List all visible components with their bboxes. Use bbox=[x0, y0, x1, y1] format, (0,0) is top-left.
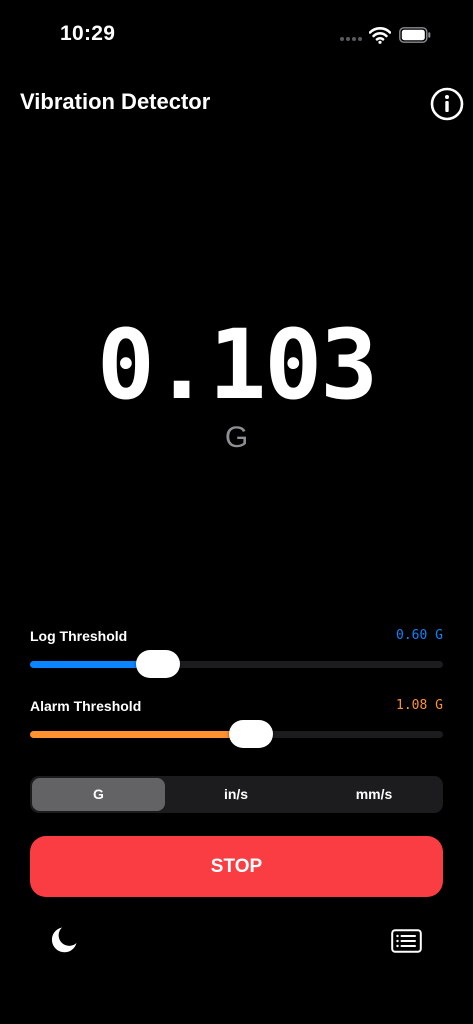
segment-mm-s[interactable]: mm/s bbox=[307, 778, 441, 811]
reading-unit: G bbox=[224, 421, 249, 454]
battery-icon bbox=[399, 27, 431, 43]
page-title: Vibration Detector bbox=[20, 89, 211, 114]
alarm-threshold-value: 1.08 G bbox=[396, 698, 443, 713]
cellular-signal-icon bbox=[340, 37, 362, 41]
alarm-threshold-slider[interactable] bbox=[30, 720, 443, 748]
log-threshold-label: Log Threshold bbox=[30, 628, 128, 644]
log-threshold-slider[interactable] bbox=[30, 650, 443, 678]
vibration-reading: 0.103 bbox=[97, 309, 378, 421]
stop-button[interactable]: STOP bbox=[30, 836, 443, 897]
alarm-threshold-fill bbox=[30, 731, 251, 738]
status-time: 10:29 bbox=[60, 22, 116, 45]
log-threshold-thumb[interactable] bbox=[136, 650, 181, 678]
segment-in-s[interactable]: in/s bbox=[169, 778, 303, 811]
info-icon[interactable] bbox=[430, 87, 464, 121]
alarm-threshold-label: Alarm Threshold bbox=[30, 698, 142, 714]
log-list-icon[interactable] bbox=[391, 929, 422, 953]
unit-segmented-control: G in/s mm/s bbox=[30, 776, 443, 813]
log-threshold-value: 0.60 G bbox=[396, 628, 443, 643]
alarm-threshold-thumb[interactable] bbox=[228, 720, 273, 748]
segment-g[interactable]: G bbox=[32, 778, 165, 811]
wifi-icon bbox=[369, 27, 391, 44]
moon-icon[interactable] bbox=[50, 926, 78, 954]
